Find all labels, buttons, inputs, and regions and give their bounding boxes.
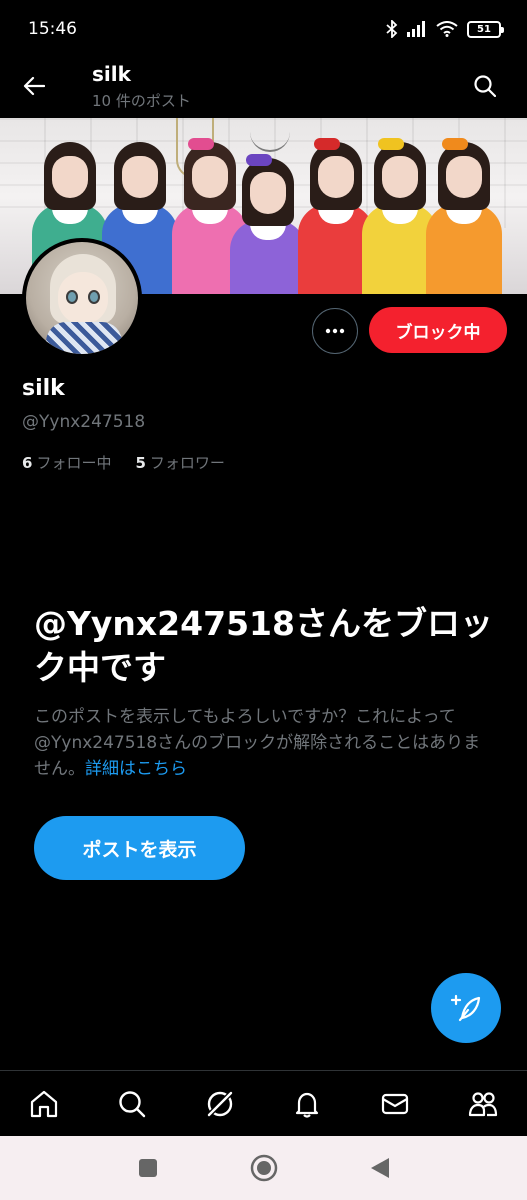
- blocked-title: @Yynx247518さんをブロック中です: [34, 604, 493, 687]
- status-icons: 51: [386, 20, 504, 38]
- following-link[interactable]: 6 フォロー中: [22, 452, 111, 473]
- search-icon: [119, 1090, 145, 1117]
- notifications-icon: [296, 1092, 319, 1118]
- status-bar: 15:46 51: [0, 0, 527, 58]
- nav-notifications[interactable]: [283, 1080, 331, 1128]
- back-triangle-icon[interactable]: [369, 1156, 391, 1180]
- follow-stats: 6 フォロー中 5 フォロワー: [22, 452, 225, 473]
- search-button[interactable]: [469, 70, 501, 102]
- profile-header: silk 10 件のポスト: [0, 58, 527, 118]
- following-count: 6: [22, 454, 33, 472]
- blocked-button[interactable]: ブロック中: [369, 307, 507, 353]
- blocked-description: このポストを表示してもよろしいですか？これによって@Yynx247518さんのブ…: [34, 704, 494, 782]
- search-icon: [474, 75, 496, 97]
- home-circle-icon[interactable]: [249, 1153, 279, 1183]
- profile-name: silk: [22, 376, 65, 401]
- banner-member: [424, 128, 504, 294]
- more-icon: [325, 328, 345, 334]
- compose-button[interactable]: [431, 973, 501, 1043]
- back-arrow-icon: [23, 76, 45, 96]
- followers-count: 5: [135, 454, 146, 472]
- wifi-icon: [436, 21, 458, 37]
- communities-icon: [468, 1091, 498, 1116]
- profile-handle: @Yynx247518: [22, 412, 146, 432]
- post-count: 10 件のポスト: [92, 92, 191, 110]
- nav-messages[interactable]: [371, 1080, 419, 1128]
- signal-icon: [407, 21, 425, 37]
- nav-communities[interactable]: [459, 1080, 507, 1128]
- system-nav-bar: [0, 1136, 527, 1200]
- following-label: フォロー中: [36, 454, 112, 472]
- learn-more-link[interactable]: 詳細はこちら: [85, 759, 187, 779]
- show-posts-button[interactable]: ポストを表示: [34, 816, 245, 880]
- back-button[interactable]: [18, 70, 50, 102]
- more-button[interactable]: [312, 308, 358, 354]
- bluetooth-icon: [386, 20, 398, 38]
- status-time: 15:46: [28, 19, 77, 39]
- followers-link[interactable]: 5 フォロワー: [135, 452, 224, 473]
- compose-icon: [450, 994, 481, 1022]
- nav-explore[interactable]: [108, 1080, 156, 1128]
- home-icon: [30, 1090, 58, 1117]
- header-title: silk: [92, 62, 131, 86]
- messages-icon: [382, 1093, 409, 1114]
- battery-level: 51: [477, 23, 491, 35]
- followers-label: フォロワー: [149, 454, 225, 472]
- bottom-nav: [0, 1070, 527, 1136]
- battery-icon: 51: [467, 20, 504, 38]
- nav-grok[interactable]: [196, 1080, 244, 1128]
- nav-home[interactable]: [20, 1080, 68, 1128]
- avatar[interactable]: [22, 238, 142, 358]
- grok-icon: [205, 1089, 234, 1118]
- recents-icon[interactable]: [137, 1157, 159, 1179]
